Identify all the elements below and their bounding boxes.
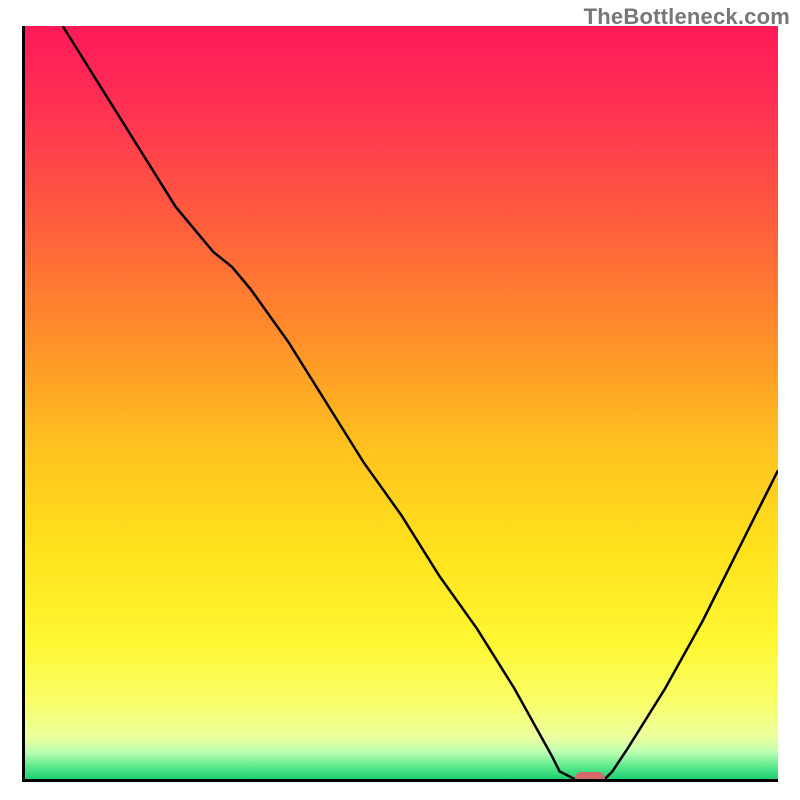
bottleneck-curve bbox=[25, 26, 778, 779]
chart-canvas: TheBottleneck.com bbox=[0, 0, 800, 800]
plot-area bbox=[22, 26, 778, 782]
highlight-marker bbox=[575, 772, 605, 782]
